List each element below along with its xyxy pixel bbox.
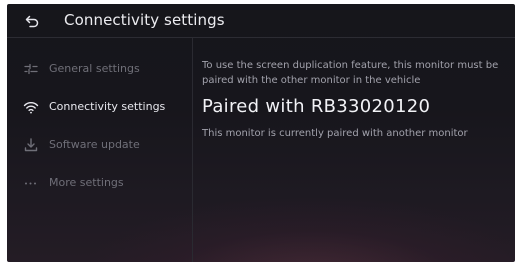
download-icon: [24, 138, 38, 152]
sidebar-item-label: More settings: [49, 176, 124, 189]
sidebar-item-label: Software update: [49, 138, 140, 151]
more-dots-icon: [25, 182, 36, 185]
sidebar-item-label: General settings: [49, 62, 140, 75]
sidebar: General settings Connectivity settings S…: [7, 38, 193, 262]
wifi-icon: [23, 102, 39, 114]
header-bar: Connectivity settings: [7, 4, 515, 38]
back-button[interactable]: [23, 12, 41, 30]
sidebar-item-general-settings[interactable]: General settings: [7, 54, 192, 84]
settings-panel: Connectivity settings General settings C…: [7, 4, 515, 262]
sidebar-item-more-settings[interactable]: More settings: [7, 168, 192, 198]
page-title: Connectivity settings: [64, 11, 225, 29]
pairing-status-title: Paired with RB33020120: [202, 96, 431, 117]
screen: Connectivity settings General settings C…: [0, 0, 522, 268]
back-arrow-icon: [25, 15, 39, 28]
sidebar-item-connectivity-settings[interactable]: Connectivity settings: [7, 92, 192, 122]
sliders-icon: [24, 63, 38, 75]
sidebar-item-label: Connectivity settings: [49, 100, 166, 113]
sidebar-item-software-update[interactable]: Software update: [7, 130, 192, 160]
pairing-status-subtitle: This monitor is currently paired with an…: [202, 128, 468, 139]
description-text: To use the screen duplication feature, t…: [202, 60, 499, 86]
